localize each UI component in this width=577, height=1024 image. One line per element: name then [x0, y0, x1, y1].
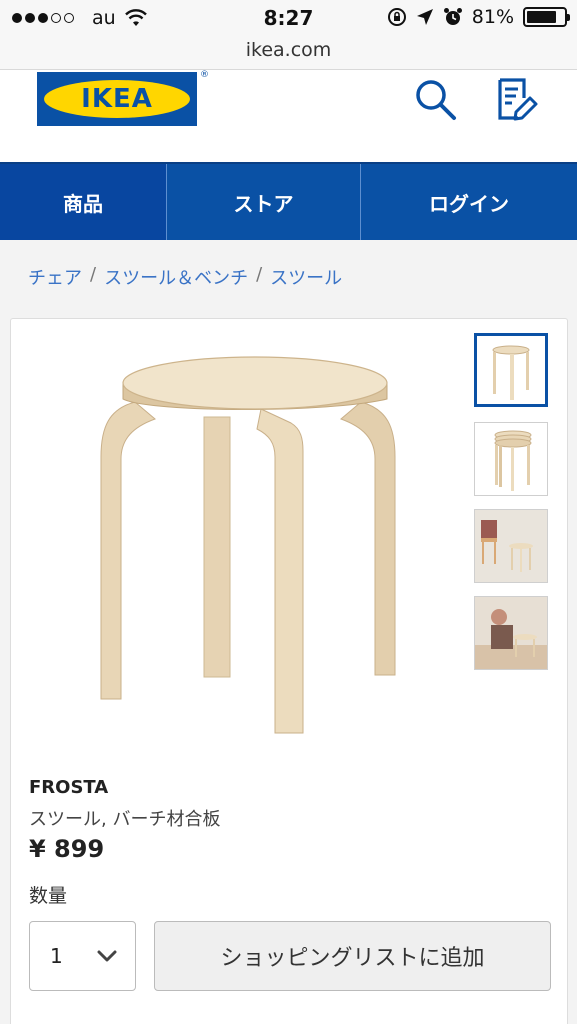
product-description: スツール, バーチ材合板: [29, 809, 221, 830]
site-header: IKEA ®: [0, 70, 577, 162]
breadcrumb-stools-benches[interactable]: スツール＆ベンチ: [104, 264, 248, 290]
logo-text: IKEA: [44, 80, 190, 118]
battery-level: [527, 11, 557, 23]
add-to-shopping-list-label: ショッピングリストに追加: [220, 946, 485, 971]
thumbnail-4[interactable]: [474, 596, 548, 670]
chevron-down-icon: [97, 950, 117, 962]
lifestyle-scene-image: [475, 597, 547, 669]
search-icon[interactable]: [412, 76, 458, 122]
product-card: FROSTA スツール, バーチ材合板 ¥ 899 数量 1 ショッピングリスト…: [10, 318, 568, 1024]
status-bar: au 8:27 81%: [0, 0, 577, 36]
nav-stores[interactable]: ストア: [167, 164, 361, 240]
breadcrumb-chair[interactable]: チェア: [28, 264, 82, 290]
battery-icon: [523, 7, 570, 27]
breadcrumb: チェア / スツール＆ベンチ / スツール: [28, 264, 342, 290]
main-nav: 商品 ストア ログイン: [0, 162, 577, 240]
product-name: FROSTA: [29, 777, 109, 798]
thumbnail-2[interactable]: [474, 422, 548, 496]
breadcrumb-stools[interactable]: スツール: [270, 264, 342, 290]
location-arrow-icon: [416, 9, 433, 25]
url-text: ikea.com: [245, 39, 332, 61]
add-to-shopping-list-button[interactable]: ショッピングリストに追加: [154, 921, 551, 991]
status-indicators: 81%: [387, 6, 570, 28]
url-bar[interactable]: ikea.com: [0, 36, 577, 70]
alarm-icon: [443, 8, 462, 25]
quantity-label: 数量: [29, 885, 68, 907]
room-scene-image: [475, 510, 547, 582]
battery-percentage: 81%: [471, 6, 514, 28]
product-price: ¥ 899: [29, 835, 105, 863]
registered-mark: ®: [200, 70, 209, 80]
nav-login[interactable]: ログイン: [361, 164, 577, 240]
shopping-list-icon[interactable]: [494, 76, 540, 122]
nav-stores-label: ストア: [233, 191, 294, 216]
stool-thumbnail-image: [492, 345, 530, 400]
nav-products-label: 商品: [63, 191, 103, 216]
thumbnail-1[interactable]: [474, 333, 548, 407]
quantity-select[interactable]: 1: [29, 921, 136, 991]
stacked-stools-image: [494, 430, 532, 491]
breadcrumb-separator: /: [90, 264, 97, 285]
rotation-lock-icon: [387, 8, 406, 26]
nav-products[interactable]: 商品: [0, 164, 167, 240]
quantity-value: 1: [50, 944, 63, 968]
product-main-image[interactable]: [91, 347, 421, 737]
ikea-logo[interactable]: IKEA: [37, 72, 197, 126]
breadcrumb-separator: /: [256, 264, 263, 285]
nav-login-label: ログイン: [429, 191, 509, 216]
thumbnail-3[interactable]: [474, 509, 548, 583]
